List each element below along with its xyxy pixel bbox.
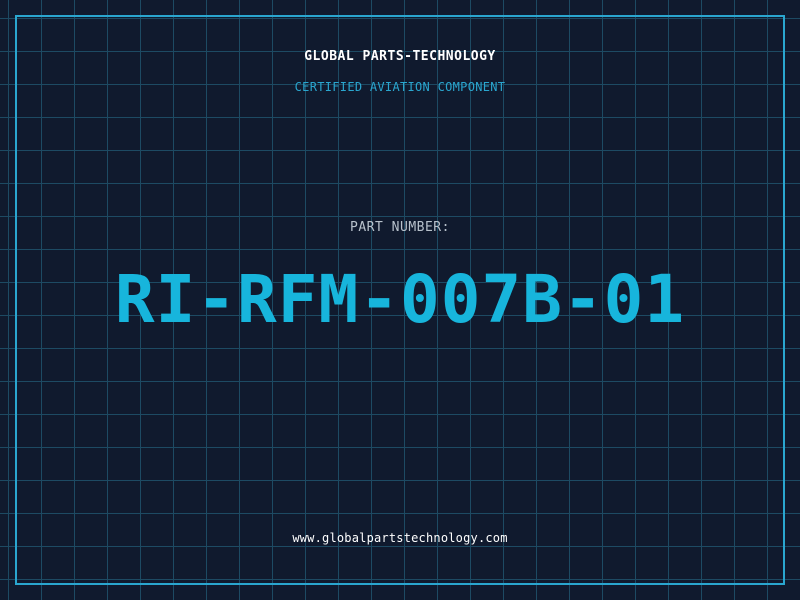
company-name: GLOBAL PARTS-TECHNOLOGY xyxy=(304,49,496,64)
website-url: www.globalpartstechnology.com xyxy=(292,531,508,545)
part-number-label: PART NUMBER: xyxy=(350,220,450,235)
part-number-value: RI-RFM-007B-01 xyxy=(114,261,686,338)
certification-subtitle: CERTIFIED AVIATION COMPONENT xyxy=(294,80,506,94)
label-card: GLOBAL PARTS-TECHNOLOGY CERTIFIED AVIATI… xyxy=(0,0,800,600)
